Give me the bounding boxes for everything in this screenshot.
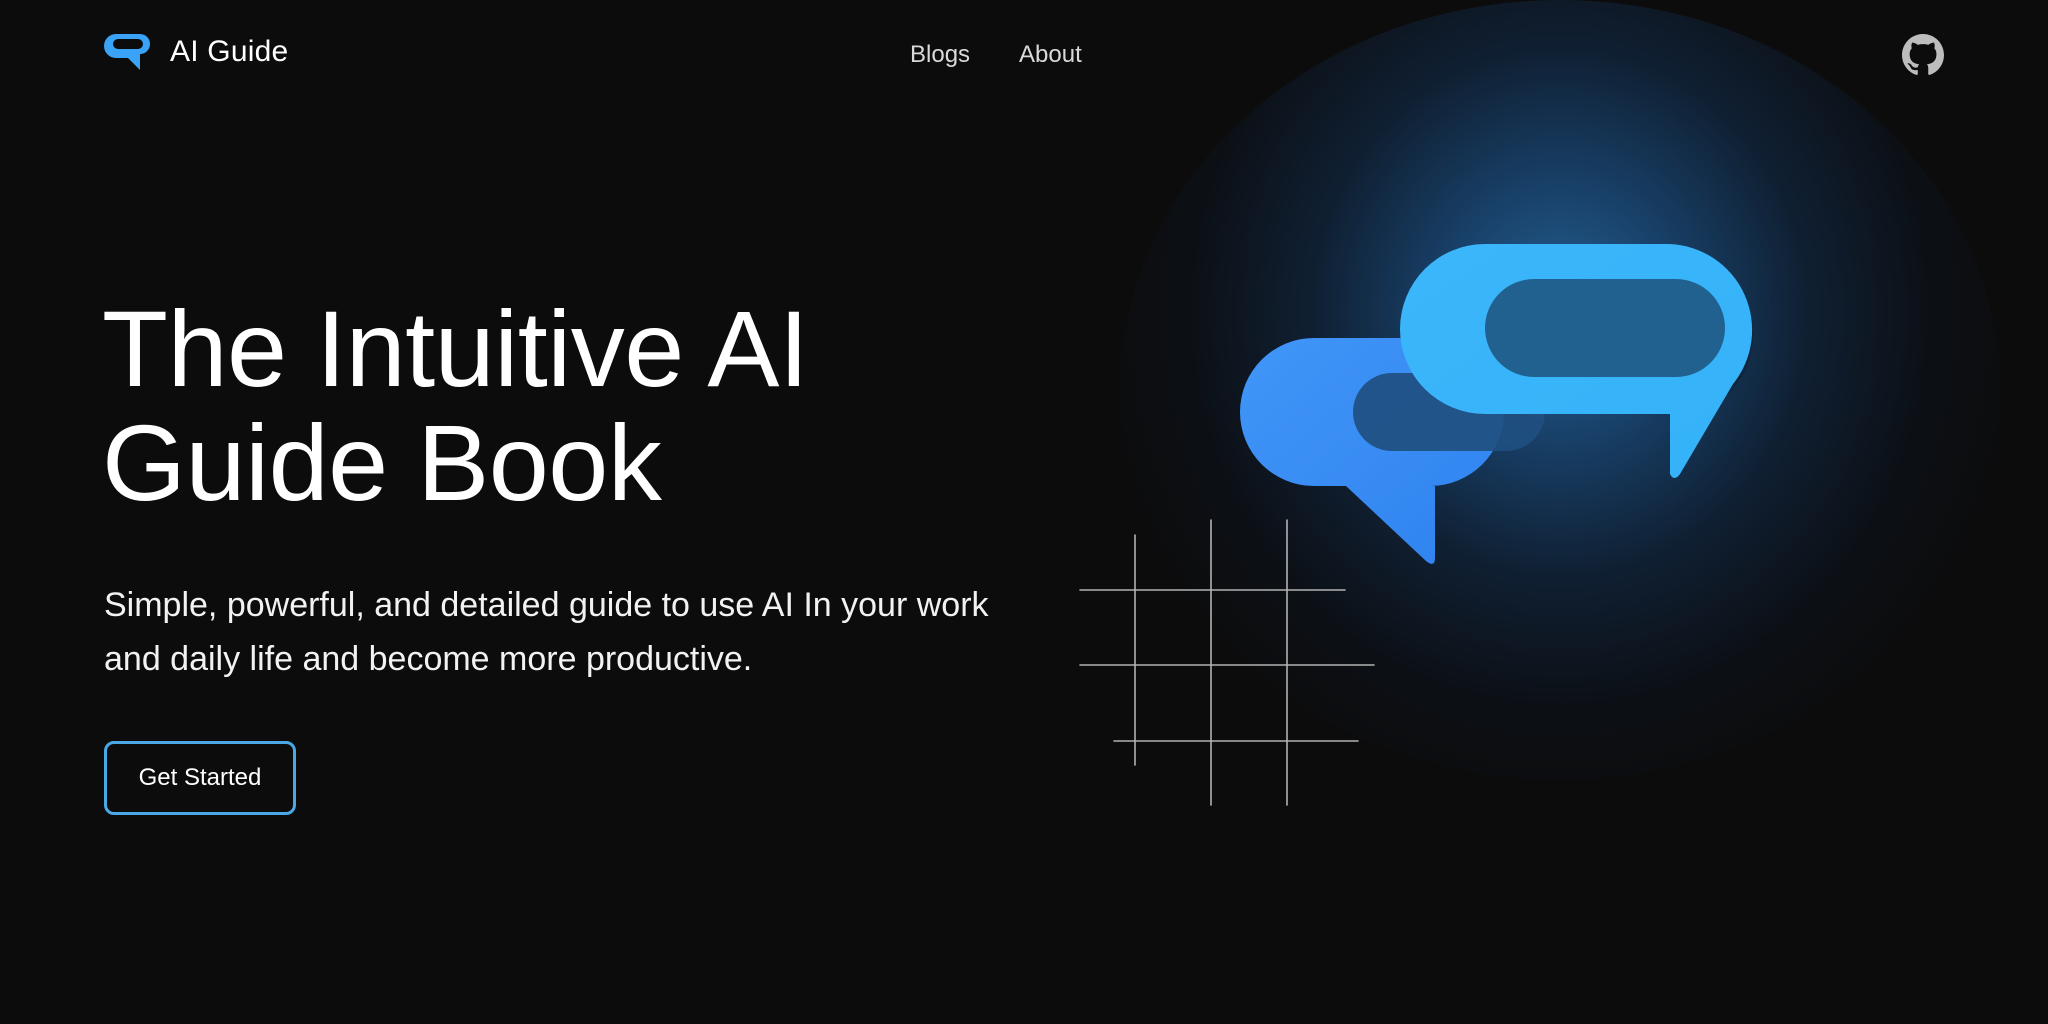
github-icon[interactable] <box>1902 34 1944 76</box>
hero-subtitle: Simple, powerful, and detailed guide to … <box>104 586 989 678</box>
hero-title-line-1: The Intuitive AI <box>102 288 809 409</box>
chat-bubbles-illustration <box>1079 244 1754 806</box>
hero-title-line-2: Guide Book <box>102 402 662 523</box>
grid-lines <box>1079 519 1375 806</box>
nav-link-blogs[interactable]: Blogs <box>910 38 970 72</box>
landing-page: AI Guide Blogs About The Intuitive AI Gu… <box>0 0 2048 1024</box>
brand-name: AI Guide <box>170 35 289 68</box>
get-started-button[interactable]: Get Started <box>104 741 296 815</box>
nav-link-about[interactable]: About <box>1019 38 1082 72</box>
brand-logo-link[interactable]: AI Guide <box>104 30 288 78</box>
chat-bubble-icon <box>104 34 150 70</box>
hero-title: The Intuitive AI Guide Book <box>102 288 809 523</box>
main-nav: Blogs About <box>910 38 1131 72</box>
